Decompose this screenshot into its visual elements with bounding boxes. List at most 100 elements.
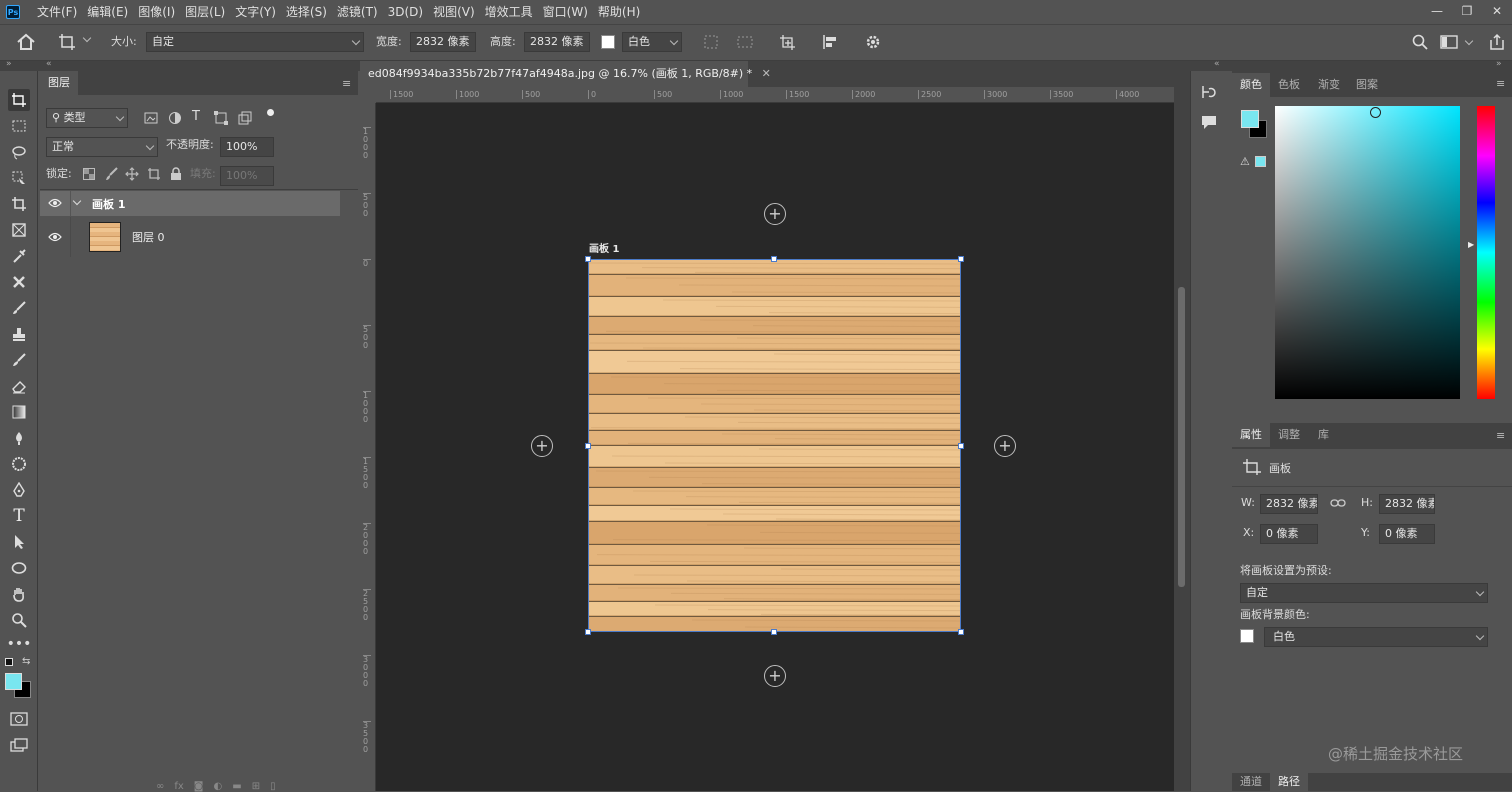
- restore-button[interactable]: ❐: [1452, 0, 1482, 22]
- distribute-artboard-icon[interactable]: [736, 33, 754, 51]
- more-tools-icon[interactable]: •••: [7, 633, 32, 655]
- share-icon[interactable]: [1488, 33, 1506, 51]
- filter-type-icon[interactable]: T: [192, 109, 200, 124]
- collapse-icon[interactable]: «: [46, 59, 52, 69]
- ruler-origin[interactable]: [360, 87, 376, 103]
- artboard-bg-swatch[interactable]: [1240, 629, 1254, 643]
- x-input[interactable]: 0 像素: [1260, 524, 1318, 544]
- mask-icon[interactable]: ◙: [194, 781, 204, 792]
- artboard-tool-icon[interactable]: [58, 33, 78, 51]
- tab-layers[interactable]: 图层: [40, 71, 78, 95]
- lock-transparent-icon[interactable]: [83, 168, 95, 180]
- align-left-icon[interactable]: [821, 33, 839, 51]
- y-input[interactable]: 0 像素: [1379, 524, 1435, 544]
- hand-tool-icon[interactable]: [8, 583, 30, 605]
- menu-item[interactable]: 视图(V): [428, 0, 480, 24]
- zoom-tool-icon[interactable]: [8, 609, 30, 631]
- link-icon[interactable]: ∞: [156, 781, 164, 792]
- gear-icon[interactable]: [864, 33, 882, 51]
- artboard-tool-icon[interactable]: [8, 89, 30, 111]
- ellipse-tool-icon[interactable]: [8, 557, 30, 579]
- eyedropper-tool-icon[interactable]: [8, 245, 30, 267]
- w-input[interactable]: 2832 像素: [1260, 494, 1318, 514]
- marquee-tool-icon[interactable]: [8, 115, 30, 137]
- path-select-tool-icon[interactable]: [8, 531, 30, 553]
- panel-menu-icon[interactable]: ≡: [1496, 429, 1505, 442]
- size-select[interactable]: 自定: [146, 32, 364, 52]
- menu-item[interactable]: 编辑(E): [82, 0, 133, 24]
- menu-item[interactable]: 文字(Y): [230, 0, 281, 24]
- resize-handle[interactable]: [958, 256, 964, 262]
- preset-select[interactable]: 自定: [1240, 583, 1488, 603]
- align-artboard-icon[interactable]: [702, 33, 720, 51]
- collapse-icon[interactable]: «: [1214, 59, 1220, 69]
- home-icon[interactable]: [16, 33, 36, 51]
- add-artboard-icon[interactable]: [779, 33, 797, 51]
- resize-handle[interactable]: [585, 443, 591, 449]
- lock-position-icon[interactable]: [125, 167, 139, 181]
- tab-swatches[interactable]: 色板: [1270, 73, 1308, 97]
- gamut-color-chip[interactable]: [1255, 156, 1266, 167]
- chevron-down-icon[interactable]: [72, 196, 82, 206]
- hue-slider[interactable]: [1477, 106, 1495, 399]
- bg-color-swatch[interactable]: [601, 35, 615, 49]
- crop-tool-icon[interactable]: [8, 193, 30, 215]
- type-tool-icon[interactable]: T: [8, 505, 30, 527]
- color-picker-cursor[interactable]: [1370, 107, 1381, 118]
- tab-adjustments[interactable]: 调整: [1270, 423, 1308, 447]
- eye-icon[interactable]: [48, 197, 62, 209]
- frame-tool-icon[interactable]: [8, 219, 30, 241]
- menu-item[interactable]: 滤镜(T): [332, 0, 383, 24]
- height-input[interactable]: 2832 像素: [524, 32, 590, 52]
- vertical-scrollbar[interactable]: [1174, 87, 1190, 791]
- default-colors-icon[interactable]: [5, 658, 13, 666]
- resize-handle[interactable]: [585, 256, 591, 262]
- lock-all-icon[interactable]: [170, 167, 182, 181]
- menu-item[interactable]: 图像(I): [133, 0, 180, 24]
- brush-tool-icon[interactable]: [8, 297, 30, 319]
- add-artboard-bottom-button[interactable]: +: [764, 665, 786, 687]
- healing-brush-tool-icon[interactable]: [8, 271, 30, 293]
- layer-row[interactable]: 图层 0: [40, 217, 340, 257]
- add-artboard-top-button[interactable]: +: [764, 203, 786, 225]
- dodge-tool-icon[interactable]: [8, 453, 30, 475]
- blend-mode-select[interactable]: 正常: [46, 137, 158, 157]
- tab-gradients[interactable]: 渐变: [1310, 73, 1348, 97]
- resize-handle[interactable]: [771, 256, 777, 262]
- document-tab[interactable]: ed084f9934ba335b72b77f47af4948a.jpg @ 16…: [360, 61, 771, 87]
- workspace-icon[interactable]: [1440, 34, 1458, 50]
- filter-shape-icon[interactable]: [214, 111, 228, 125]
- menu-item[interactable]: 图层(L): [180, 0, 230, 24]
- fx-icon[interactable]: fx: [174, 781, 183, 792]
- resize-handle[interactable]: [958, 629, 964, 635]
- stamp-tool-icon[interactable]: [8, 323, 30, 345]
- fill-input[interactable]: 100%: [220, 166, 274, 186]
- layer-row-artboard[interactable]: 画板 1: [40, 191, 340, 216]
- filter-smart-object-icon[interactable]: [238, 111, 252, 125]
- width-input[interactable]: 2832 像素: [410, 32, 476, 52]
- tab-color[interactable]: 颜色: [1232, 73, 1270, 97]
- h-input[interactable]: 2832 像素: [1379, 494, 1435, 514]
- minimize-button[interactable]: —: [1422, 0, 1452, 22]
- resize-handle[interactable]: [771, 629, 777, 635]
- expand-icon[interactable]: »: [1496, 59, 1502, 69]
- filter-pixel-icon[interactable]: [144, 111, 158, 125]
- comments-icon[interactable]: [1200, 113, 1218, 131]
- history-icon[interactable]: [1200, 83, 1218, 101]
- swap-colors-icon[interactable]: ⇆: [22, 656, 30, 667]
- gradient-tool-icon[interactable]: [8, 401, 30, 423]
- artboard[interactable]: [588, 259, 961, 632]
- scrollbar-thumb[interactable]: [1178, 287, 1185, 587]
- expand-icon[interactable]: »: [6, 59, 12, 69]
- lasso-tool-icon[interactable]: [8, 141, 30, 163]
- artboard-bg-select[interactable]: 白色: [1264, 627, 1488, 647]
- new-layer-icon[interactable]: ⊞: [252, 781, 260, 792]
- object-select-tool-icon[interactable]: [8, 167, 30, 189]
- search-icon[interactable]: [1412, 34, 1428, 50]
- eye-icon[interactable]: [48, 231, 62, 243]
- tab-channels[interactable]: 通道: [1232, 773, 1270, 791]
- foreground-color-chip[interactable]: [1241, 110, 1259, 128]
- opacity-input[interactable]: 100%: [220, 137, 274, 157]
- adjustment-icon[interactable]: ◐: [214, 781, 223, 792]
- hue-slider-handle[interactable]: ▶: [1468, 240, 1474, 249]
